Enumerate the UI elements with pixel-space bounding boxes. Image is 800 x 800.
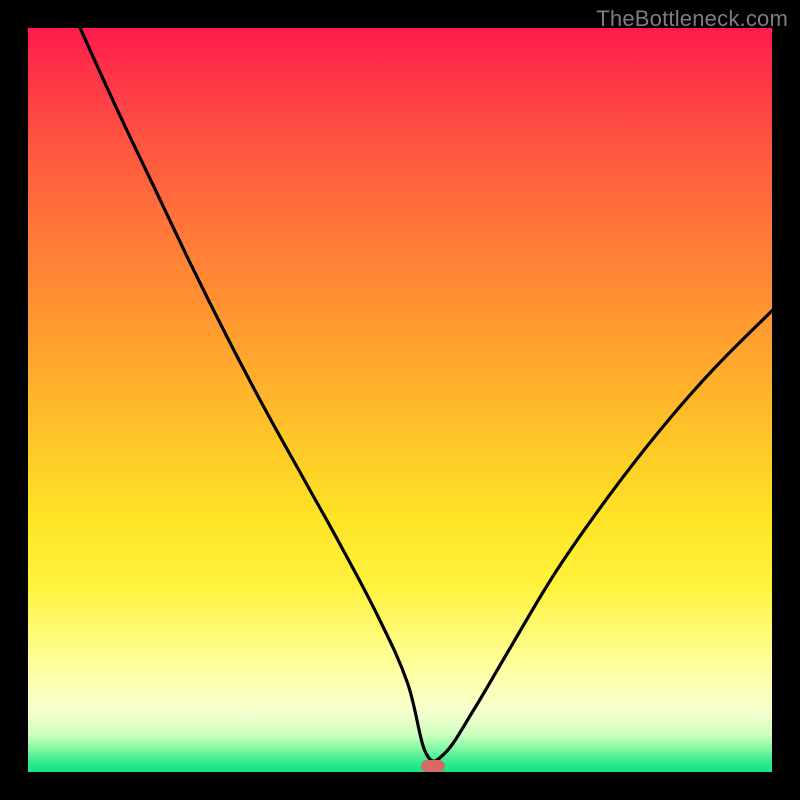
bottleneck-curve bbox=[28, 28, 772, 772]
chart-frame: TheBottleneck.com bbox=[0, 0, 800, 800]
optimal-point-marker bbox=[421, 760, 445, 772]
plot-area bbox=[28, 28, 772, 772]
